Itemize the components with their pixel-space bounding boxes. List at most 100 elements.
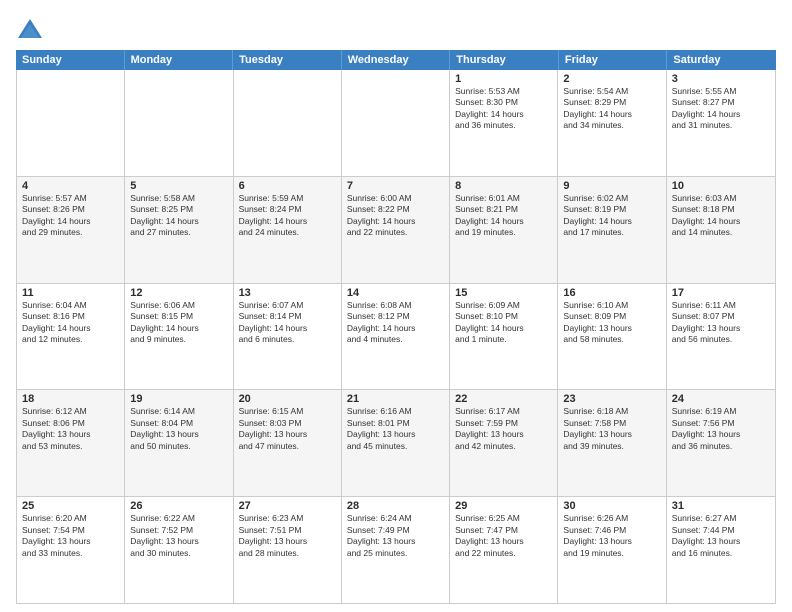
day-number: 29: [455, 500, 552, 512]
cell-info: Sunrise: 6:02 AM Sunset: 8:19 PM Dayligh…: [563, 193, 660, 239]
cell-info: Sunrise: 6:14 AM Sunset: 8:04 PM Dayligh…: [130, 406, 227, 452]
day-number: 9: [563, 180, 660, 192]
cell-info: Sunrise: 5:55 AM Sunset: 8:27 PM Dayligh…: [672, 86, 770, 132]
calendar-body: 1Sunrise: 5:53 AM Sunset: 8:30 PM Daylig…: [16, 70, 776, 604]
calendar-row-2: 11Sunrise: 6:04 AM Sunset: 8:16 PM Dayli…: [17, 284, 775, 391]
calendar-row-1: 4Sunrise: 5:57 AM Sunset: 8:26 PM Daylig…: [17, 177, 775, 284]
cal-cell-0-2: [234, 70, 342, 176]
cal-cell-1-5: 9Sunrise: 6:02 AM Sunset: 8:19 PM Daylig…: [558, 177, 666, 283]
cell-info: Sunrise: 5:58 AM Sunset: 8:25 PM Dayligh…: [130, 193, 227, 239]
day-number: 11: [22, 287, 119, 299]
cal-cell-2-6: 17Sunrise: 6:11 AM Sunset: 8:07 PM Dayli…: [667, 284, 775, 390]
cal-cell-1-4: 8Sunrise: 6:01 AM Sunset: 8:21 PM Daylig…: [450, 177, 558, 283]
cell-info: Sunrise: 6:12 AM Sunset: 8:06 PM Dayligh…: [22, 406, 119, 452]
cal-cell-2-1: 12Sunrise: 6:06 AM Sunset: 8:15 PM Dayli…: [125, 284, 233, 390]
cell-info: Sunrise: 6:18 AM Sunset: 7:58 PM Dayligh…: [563, 406, 660, 452]
day-number: 4: [22, 180, 119, 192]
calendar: SundayMondayTuesdayWednesdayThursdayFrid…: [16, 50, 776, 604]
day-number: 14: [347, 287, 444, 299]
cell-info: Sunrise: 6:24 AM Sunset: 7:49 PM Dayligh…: [347, 513, 444, 559]
day-number: 25: [22, 500, 119, 512]
day-number: 21: [347, 393, 444, 405]
cell-info: Sunrise: 6:10 AM Sunset: 8:09 PM Dayligh…: [563, 300, 660, 346]
cal-cell-3-2: 20Sunrise: 6:15 AM Sunset: 8:03 PM Dayli…: [234, 390, 342, 496]
cal-cell-4-6: 31Sunrise: 6:27 AM Sunset: 7:44 PM Dayli…: [667, 497, 775, 603]
cell-info: Sunrise: 5:54 AM Sunset: 8:29 PM Dayligh…: [563, 86, 660, 132]
cal-cell-3-6: 24Sunrise: 6:19 AM Sunset: 7:56 PM Dayli…: [667, 390, 775, 496]
day-number: 18: [22, 393, 119, 405]
cal-cell-4-2: 27Sunrise: 6:23 AM Sunset: 7:51 PM Dayli…: [234, 497, 342, 603]
day-number: 6: [239, 180, 336, 192]
cal-cell-0-4: 1Sunrise: 5:53 AM Sunset: 8:30 PM Daylig…: [450, 70, 558, 176]
day-number: 3: [672, 73, 770, 85]
day-number: 5: [130, 180, 227, 192]
cal-cell-1-6: 10Sunrise: 6:03 AM Sunset: 8:18 PM Dayli…: [667, 177, 775, 283]
cal-cell-0-5: 2Sunrise: 5:54 AM Sunset: 8:29 PM Daylig…: [558, 70, 666, 176]
day-number: 1: [455, 73, 552, 85]
cal-cell-3-1: 19Sunrise: 6:14 AM Sunset: 8:04 PM Dayli…: [125, 390, 233, 496]
day-number: 31: [672, 500, 770, 512]
header-day-friday: Friday: [559, 50, 668, 70]
header-day-tuesday: Tuesday: [233, 50, 342, 70]
cell-info: Sunrise: 6:08 AM Sunset: 8:12 PM Dayligh…: [347, 300, 444, 346]
day-number: 16: [563, 287, 660, 299]
day-number: 12: [130, 287, 227, 299]
day-number: 17: [672, 287, 770, 299]
calendar-row-4: 25Sunrise: 6:20 AM Sunset: 7:54 PM Dayli…: [17, 497, 775, 603]
cell-info: Sunrise: 6:22 AM Sunset: 7:52 PM Dayligh…: [130, 513, 227, 559]
cal-cell-4-0: 25Sunrise: 6:20 AM Sunset: 7:54 PM Dayli…: [17, 497, 125, 603]
cal-cell-3-3: 21Sunrise: 6:16 AM Sunset: 8:01 PM Dayli…: [342, 390, 450, 496]
day-number: 7: [347, 180, 444, 192]
day-number: 8: [455, 180, 552, 192]
cal-cell-0-3: [342, 70, 450, 176]
cal-cell-4-5: 30Sunrise: 6:26 AM Sunset: 7:46 PM Dayli…: [558, 497, 666, 603]
cell-info: Sunrise: 6:20 AM Sunset: 7:54 PM Dayligh…: [22, 513, 119, 559]
cal-cell-2-0: 11Sunrise: 6:04 AM Sunset: 8:16 PM Dayli…: [17, 284, 125, 390]
day-number: 15: [455, 287, 552, 299]
cell-info: Sunrise: 6:09 AM Sunset: 8:10 PM Dayligh…: [455, 300, 552, 346]
day-number: 30: [563, 500, 660, 512]
day-number: 24: [672, 393, 770, 405]
cal-cell-0-1: [125, 70, 233, 176]
cal-cell-1-0: 4Sunrise: 5:57 AM Sunset: 8:26 PM Daylig…: [17, 177, 125, 283]
header-day-thursday: Thursday: [450, 50, 559, 70]
header-day-saturday: Saturday: [667, 50, 776, 70]
cell-info: Sunrise: 6:23 AM Sunset: 7:51 PM Dayligh…: [239, 513, 336, 559]
cell-info: Sunrise: 5:57 AM Sunset: 8:26 PM Dayligh…: [22, 193, 119, 239]
day-number: 2: [563, 73, 660, 85]
cal-cell-2-3: 14Sunrise: 6:08 AM Sunset: 8:12 PM Dayli…: [342, 284, 450, 390]
cal-cell-4-4: 29Sunrise: 6:25 AM Sunset: 7:47 PM Dayli…: [450, 497, 558, 603]
cal-cell-2-5: 16Sunrise: 6:10 AM Sunset: 8:09 PM Dayli…: [558, 284, 666, 390]
day-number: 20: [239, 393, 336, 405]
header-day-wednesday: Wednesday: [342, 50, 451, 70]
cal-cell-4-1: 26Sunrise: 6:22 AM Sunset: 7:52 PM Dayli…: [125, 497, 233, 603]
day-number: 13: [239, 287, 336, 299]
cal-cell-3-5: 23Sunrise: 6:18 AM Sunset: 7:58 PM Dayli…: [558, 390, 666, 496]
cell-info: Sunrise: 6:25 AM Sunset: 7:47 PM Dayligh…: [455, 513, 552, 559]
cal-cell-0-6: 3Sunrise: 5:55 AM Sunset: 8:27 PM Daylig…: [667, 70, 775, 176]
calendar-row-0: 1Sunrise: 5:53 AM Sunset: 8:30 PM Daylig…: [17, 70, 775, 177]
cell-info: Sunrise: 6:07 AM Sunset: 8:14 PM Dayligh…: [239, 300, 336, 346]
day-number: 26: [130, 500, 227, 512]
cell-info: Sunrise: 6:17 AM Sunset: 7:59 PM Dayligh…: [455, 406, 552, 452]
day-number: 19: [130, 393, 227, 405]
cal-cell-4-3: 28Sunrise: 6:24 AM Sunset: 7:49 PM Dayli…: [342, 497, 450, 603]
cal-cell-3-4: 22Sunrise: 6:17 AM Sunset: 7:59 PM Dayli…: [450, 390, 558, 496]
cell-info: Sunrise: 6:15 AM Sunset: 8:03 PM Dayligh…: [239, 406, 336, 452]
cell-info: Sunrise: 6:00 AM Sunset: 8:22 PM Dayligh…: [347, 193, 444, 239]
cell-info: Sunrise: 6:19 AM Sunset: 7:56 PM Dayligh…: [672, 406, 770, 452]
day-number: 28: [347, 500, 444, 512]
cell-info: Sunrise: 6:26 AM Sunset: 7:46 PM Dayligh…: [563, 513, 660, 559]
header: [16, 12, 776, 44]
calendar-row-3: 18Sunrise: 6:12 AM Sunset: 8:06 PM Dayli…: [17, 390, 775, 497]
day-number: 22: [455, 393, 552, 405]
page-container: SundayMondayTuesdayWednesdayThursdayFrid…: [0, 0, 792, 612]
day-number: 10: [672, 180, 770, 192]
day-number: 27: [239, 500, 336, 512]
cal-cell-2-4: 15Sunrise: 6:09 AM Sunset: 8:10 PM Dayli…: [450, 284, 558, 390]
cell-info: Sunrise: 6:27 AM Sunset: 7:44 PM Dayligh…: [672, 513, 770, 559]
header-day-monday: Monday: [125, 50, 234, 70]
cell-info: Sunrise: 6:06 AM Sunset: 8:15 PM Dayligh…: [130, 300, 227, 346]
cell-info: Sunrise: 5:53 AM Sunset: 8:30 PM Dayligh…: [455, 86, 552, 132]
cell-info: Sunrise: 6:16 AM Sunset: 8:01 PM Dayligh…: [347, 406, 444, 452]
